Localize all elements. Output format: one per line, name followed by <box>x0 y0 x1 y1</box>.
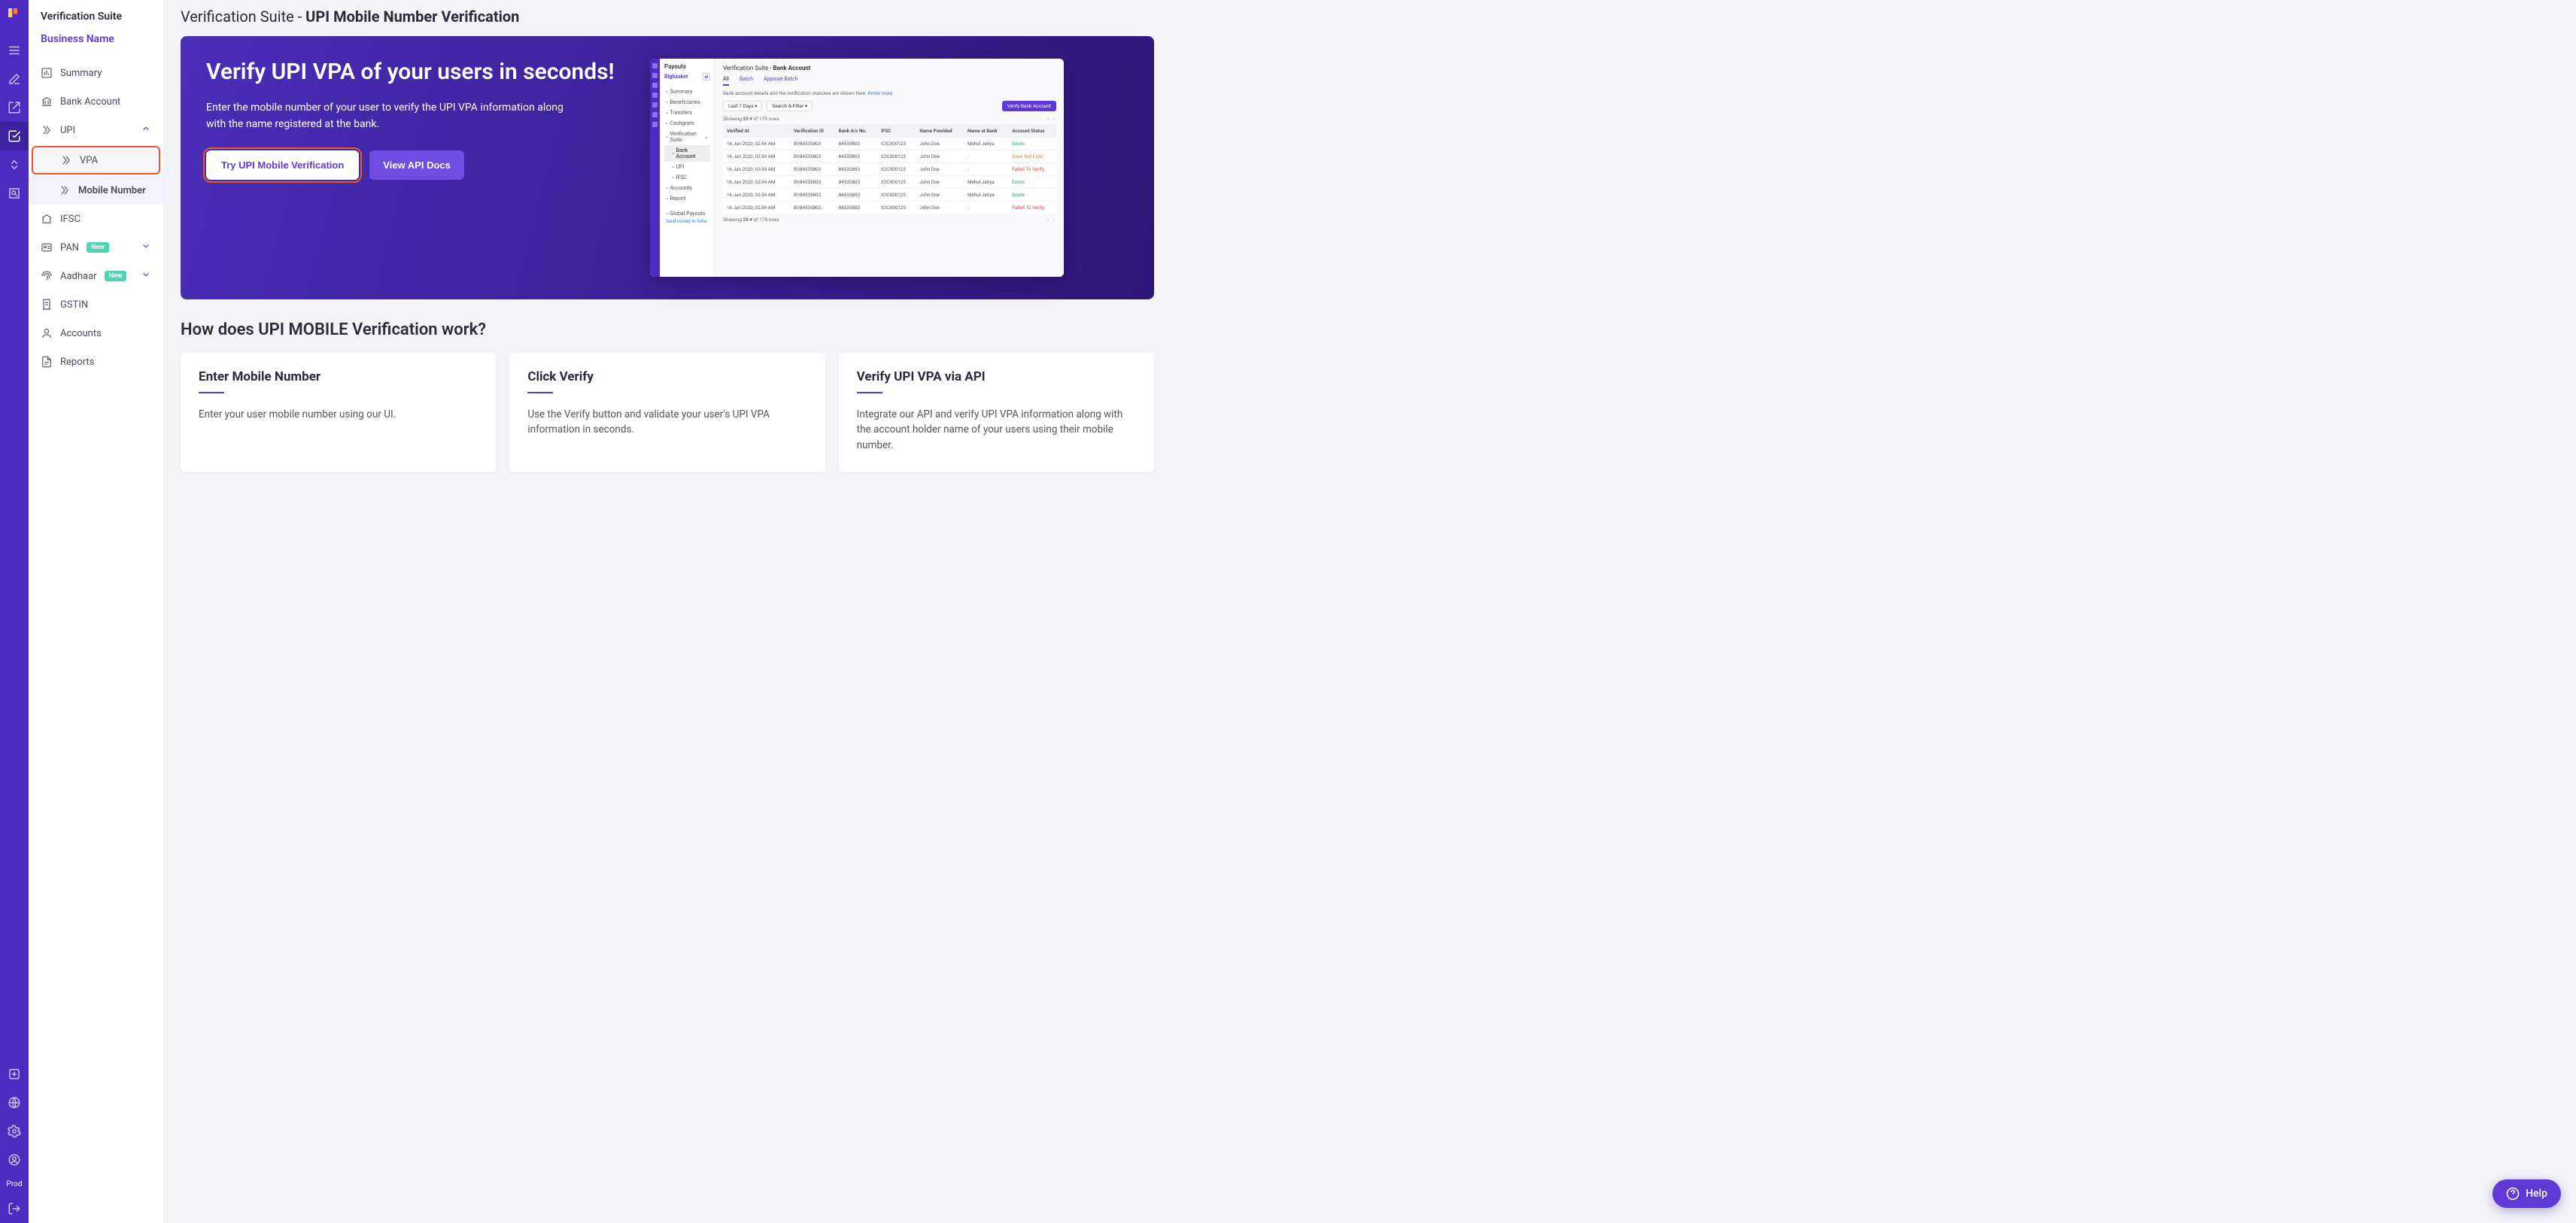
vpa-icon <box>60 154 72 166</box>
sidebar-item-accounts[interactable]: Accounts <box>29 319 163 347</box>
rail-export-icon[interactable] <box>0 93 29 122</box>
card-enter-mobile: Enter Mobile Number Enter your user mobi… <box>181 353 496 472</box>
sidebar-item-summary[interactable]: Summary <box>29 59 163 87</box>
divider <box>199 392 224 393</box>
sidebar-label: UPI <box>60 125 75 136</box>
view-api-docs-button[interactable]: View API Docs <box>369 150 464 180</box>
info-cards: Enter Mobile Number Enter your user mobi… <box>181 353 1154 472</box>
ifsc-icon <box>41 213 53 225</box>
rail-settings-icon[interactable] <box>0 1117 29 1146</box>
rail-logout-icon[interactable] <box>0 1194 29 1223</box>
card-body: Use the Verify button and validate your … <box>527 407 807 438</box>
dashboard-preview: Payouts Bigbasket⇄ ▫Summary ▫Beneficiari… <box>650 59 1064 277</box>
divider <box>857 392 882 393</box>
receipt-icon <box>41 299 53 311</box>
rail-transfer-icon[interactable] <box>0 150 29 179</box>
rail-edit-icon[interactable] <box>0 65 29 93</box>
chevron-down-icon <box>141 269 151 283</box>
sidebar-label: Mobile Number <box>78 185 146 196</box>
rail-env-label: Prod <box>7 1180 23 1188</box>
help-icon <box>2506 1187 2520 1200</box>
sidebar-item-gstin[interactable]: GSTIN <box>29 290 163 319</box>
sidebar-label: PAN <box>60 242 79 253</box>
rail-profile-icon[interactable] <box>0 1146 29 1174</box>
card-body: Enter your user mobile number using our … <box>199 407 478 422</box>
sidebar-subitem-mobile-number[interactable]: Mobile Number <box>29 176 163 205</box>
section-heading: How does UPI MOBILE Verification work? <box>181 320 1154 339</box>
user-icon <box>41 327 53 339</box>
chevron-down-icon <box>141 241 151 254</box>
app-logo-icon <box>6 6 23 23</box>
document-icon <box>41 356 53 368</box>
sidebar-label: Aadhaar <box>60 271 97 282</box>
left-rail: Prod <box>0 0 29 1223</box>
sidebar-item-ifsc[interactable]: IFSC <box>29 205 163 233</box>
hero-heading: Verify UPI VPA of your users in seconds! <box>206 59 627 85</box>
rail-verify-icon[interactable] <box>0 122 29 150</box>
rail-globe-icon[interactable] <box>0 1088 29 1117</box>
card-title: Verify UPI VPA via API <box>857 369 1136 384</box>
chart-icon <box>41 67 53 79</box>
try-upi-mobile-verification-button[interactable]: Try UPI Mobile Verification <box>206 150 359 180</box>
sidebar-label: Bank Account <box>60 96 120 108</box>
preview-table: Verified AtVerification IDBank A/c No.IF… <box>723 125 1056 214</box>
card-body: Integrate our API and verify UPI VPA inf… <box>857 407 1136 453</box>
rail-search-file-icon[interactable] <box>0 179 29 208</box>
card-title: Click Verify <box>527 369 807 384</box>
card-click-verify: Click Verify Use the Verify button and v… <box>509 353 825 472</box>
rail-menu-icon[interactable] <box>0 36 29 65</box>
sidebar-label: VPA <box>80 155 98 166</box>
sidebar-label: Summary <box>60 68 102 79</box>
new-badge: New <box>87 242 109 253</box>
sidebar: Verification Suite Business Name Summary… <box>29 0 164 1223</box>
sidebar-item-reports[interactable]: Reports <box>29 347 163 376</box>
sidebar-item-upi[interactable]: UPI <box>29 116 163 144</box>
new-badge: New <box>105 271 127 281</box>
card-verify-api: Verify UPI VPA via API Integrate our API… <box>839 353 1154 472</box>
page-title: Verification Suite - UPI Mobile Number V… <box>181 8 1154 26</box>
bank-icon <box>41 96 53 108</box>
sidebar-label: IFSC <box>60 214 80 225</box>
chevron-up-icon <box>141 123 151 137</box>
help-button[interactable]: Help <box>2492 1179 2561 1208</box>
hero-subtext: Enter the mobile number of your user to … <box>206 100 582 132</box>
sidebar-item-bank-account[interactable]: Bank Account <box>29 87 163 116</box>
card-title: Enter Mobile Number <box>199 369 478 384</box>
business-name[interactable]: Business Name <box>29 33 163 59</box>
sidebar-subitem-vpa[interactable]: VPA <box>32 146 160 174</box>
hero-banner: Verify UPI VPA of your users in seconds!… <box>181 36 1154 299</box>
sidebar-item-pan[interactable]: PAN New <box>29 233 163 262</box>
sidebar-label: Accounts <box>60 328 102 339</box>
main-content: Verification Suite - UPI Mobile Number V… <box>164 0 1171 560</box>
mobile-upi-icon <box>59 184 71 196</box>
fingerprint-icon <box>41 270 53 282</box>
divider <box>527 392 553 393</box>
sidebar-label: Reports <box>60 357 94 368</box>
sidebar-item-aadhaar[interactable]: Aadhaar New <box>29 262 163 290</box>
id-card-icon <box>41 241 53 253</box>
rail-add-icon[interactable] <box>0 1060 29 1088</box>
sidebar-title: Verification Suite <box>29 11 163 33</box>
upi-icon <box>41 124 53 136</box>
sidebar-label: GSTIN <box>60 299 88 311</box>
